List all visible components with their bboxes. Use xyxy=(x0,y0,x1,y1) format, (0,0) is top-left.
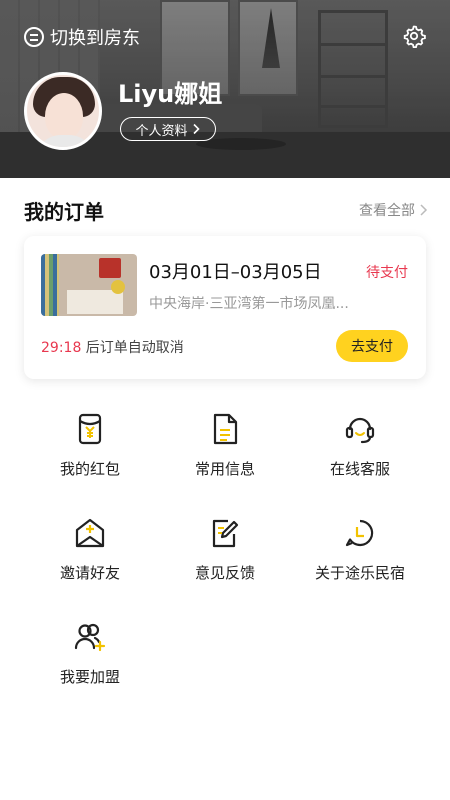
menu-item-label: 意见反馈 xyxy=(194,564,255,582)
order-dates: 03月01日–03月05日 xyxy=(149,262,322,283)
menu-item-label: 我要加盟 xyxy=(59,668,120,686)
orders-section-title: 我的订单 xyxy=(24,200,104,224)
feedback-edit-icon xyxy=(212,519,239,548)
chevron-right-icon xyxy=(192,123,200,135)
menu-item-customer-service[interactable]: 在线客服 xyxy=(285,400,435,490)
menu-item-common-info[interactable]: 常用信息 xyxy=(150,400,300,490)
user-name: Liyu娜姐 xyxy=(118,80,223,108)
menu-item-invite-friends[interactable]: 邀请好友 xyxy=(15,504,165,594)
order-status-badge: 待支付 xyxy=(366,265,408,281)
menu-item-label: 在线客服 xyxy=(329,460,390,478)
switch-icon xyxy=(24,27,44,47)
countdown-text: 后订单自动取消 xyxy=(81,340,184,356)
menu-item-red-packet[interactable]: 我的红包 xyxy=(15,400,165,490)
invite-envelope-icon xyxy=(75,518,105,548)
switch-label: 切换到房东 xyxy=(50,28,140,49)
profile-button[interactable]: 个人资料 xyxy=(120,117,216,141)
pay-button[interactable]: 去支付 xyxy=(336,330,408,362)
red-packet-icon xyxy=(78,413,102,445)
menu-item-label: 关于途乐民宿 xyxy=(314,564,405,582)
order-countdown: 29:18 后订单自动取消 xyxy=(41,337,184,357)
menu-item-join[interactable]: 我要加盟 xyxy=(15,608,165,698)
menu-item-feedback[interactable]: 意见反馈 xyxy=(150,504,300,594)
order-card[interactable]: 03月01日–03月05日 待支付 中央海岸·三亚湾第一市场凤凰... 29:1… xyxy=(24,236,426,379)
switch-to-landlord-button[interactable]: 切换到房东 xyxy=(24,24,140,50)
menu-item-label: 邀请好友 xyxy=(59,564,120,582)
about-clock-chat-icon xyxy=(345,519,374,547)
order-address: 中央海岸·三亚湾第一市场凤凰... xyxy=(149,296,349,312)
settings-gear-icon[interactable] xyxy=(402,24,426,48)
profile-header: 切换到房东 Liyu娜姐 个人资料 xyxy=(0,0,450,178)
avatar[interactable] xyxy=(24,72,102,150)
menu-item-label: 常用信息 xyxy=(194,460,255,478)
order-room-thumbnail xyxy=(41,254,137,316)
profile-button-label: 个人资料 xyxy=(135,123,188,139)
join-user-add-icon xyxy=(74,623,106,652)
view-all-orders-link[interactable]: 查看全部 xyxy=(359,200,428,220)
view-all-label: 查看全部 xyxy=(359,203,415,219)
document-icon xyxy=(213,413,238,445)
countdown-time: 29:18 xyxy=(41,340,82,356)
chevron-right-icon xyxy=(420,204,428,216)
headset-icon xyxy=(345,417,375,444)
menu-item-label: 我的红包 xyxy=(59,460,120,478)
menu-item-about[interactable]: 关于途乐民宿 xyxy=(285,504,435,594)
